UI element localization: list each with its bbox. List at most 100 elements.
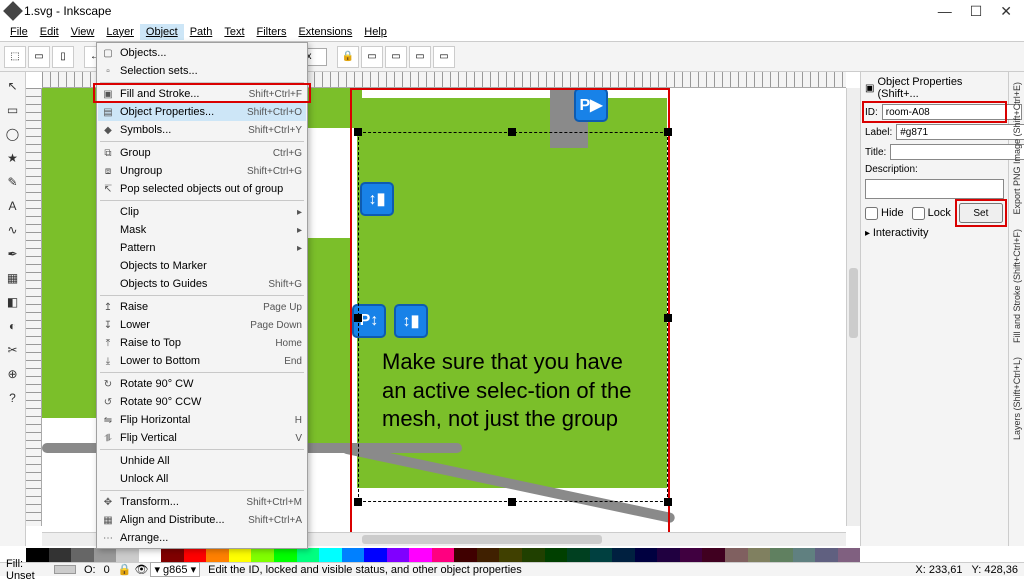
- menu-text[interactable]: Text: [218, 24, 250, 40]
- menu-item[interactable]: ⤓Lower to BottomEnd: [98, 352, 306, 370]
- palette-swatch[interactable]: [49, 548, 72, 562]
- close-button[interactable]: ✕: [1000, 3, 1012, 20]
- palette-swatch[interactable]: [815, 548, 838, 562]
- tool-star[interactable]: ★: [3, 148, 23, 168]
- palette-swatch[interactable]: [409, 548, 432, 562]
- palette-swatch[interactable]: [838, 548, 861, 562]
- palette-swatch[interactable]: [206, 548, 229, 562]
- label-input[interactable]: [896, 124, 1024, 140]
- tool-connector[interactable]: ?: [3, 388, 23, 408]
- palette-swatch[interactable]: [71, 548, 94, 562]
- menu-filters[interactable]: Filters: [251, 24, 293, 40]
- palette-swatch[interactable]: [545, 548, 568, 562]
- lock-ratio-button[interactable]: 🔒: [337, 46, 359, 68]
- layer-selector[interactable]: ▾ g865 ▾: [150, 562, 200, 577]
- menu-edit[interactable]: Edit: [34, 24, 65, 40]
- tool-dropper[interactable]: ◐: [3, 316, 23, 336]
- menu-item[interactable]: ↻Rotate 90° CW: [98, 375, 306, 393]
- menu-item[interactable]: Mask▸: [98, 221, 306, 239]
- menu-item[interactable]: ▤Object Properties...Shift+Ctrl+O: [98, 103, 306, 121]
- menu-item[interactable]: ↸Pop selected objects out of group: [98, 180, 306, 198]
- tool-zoom[interactable]: ⊕: [3, 364, 23, 384]
- menu-view[interactable]: View: [65, 24, 101, 40]
- toolbar-btn-generic[interactable]: ▭: [361, 46, 383, 68]
- tool-select[interactable]: ↖: [3, 76, 23, 96]
- tool-text[interactable]: A: [3, 196, 23, 216]
- menu-item[interactable]: Objects to Marker: [98, 257, 306, 275]
- maximize-button[interactable]: ☐: [970, 3, 983, 20]
- menu-layer[interactable]: Layer: [100, 24, 140, 40]
- palette-swatch[interactable]: [116, 548, 139, 562]
- toolbar-btn-generic[interactable]: ▭: [385, 46, 407, 68]
- palette-swatch[interactable]: [251, 548, 274, 562]
- palette-swatch[interactable]: [161, 548, 184, 562]
- palette-swatch[interactable]: [319, 548, 342, 562]
- palette-swatch[interactable]: [702, 548, 725, 562]
- menu-item[interactable]: ↺Rotate 90° CCW: [98, 393, 306, 411]
- menu-item[interactable]: ⋯Arrange...: [98, 529, 306, 547]
- hide-checkbox[interactable]: Hide: [865, 207, 904, 220]
- menu-object[interactable]: Object: [140, 24, 184, 40]
- palette-swatch[interactable]: [432, 548, 455, 562]
- toolbar-btn-generic[interactable]: ▯: [52, 46, 74, 68]
- tab-layers[interactable]: Layers (Shift+Ctrl+L): [1011, 353, 1023, 444]
- tool-calligraphy[interactable]: ✒: [3, 244, 23, 264]
- palette-swatch[interactable]: [522, 548, 545, 562]
- tool-pencil[interactable]: ✎: [3, 172, 23, 192]
- menu-item[interactable]: Unhide All: [98, 452, 306, 470]
- menu-extensions[interactable]: Extensions: [292, 24, 358, 40]
- menu-item[interactable]: ⧉GroupCtrl+G: [98, 144, 306, 162]
- tool-rectangle[interactable]: ▭: [3, 100, 23, 120]
- menu-item[interactable]: ◆Symbols...Shift+Ctrl+Y: [98, 121, 306, 139]
- toolbar-btn-generic[interactable]: ▭: [409, 46, 431, 68]
- tool-node[interactable]: ◧: [3, 292, 23, 312]
- palette-swatch[interactable]: [364, 548, 387, 562]
- tab-export-png[interactable]: Export PNG Image (Shift+Ctrl+E): [1011, 78, 1023, 219]
- palette-swatch[interactable]: [612, 548, 635, 562]
- color-palette[interactable]: [26, 548, 860, 562]
- palette-swatch[interactable]: [657, 548, 680, 562]
- palette-swatch[interactable]: [454, 548, 477, 562]
- menu-file[interactable]: File: [4, 24, 34, 40]
- tab-fill-stroke[interactable]: Fill and Stroke (Shift+Ctrl+F): [1011, 225, 1023, 347]
- menu-item[interactable]: ⥮Flip VerticalV: [98, 429, 306, 447]
- opacity-value[interactable]: 0: [104, 564, 110, 576]
- palette-swatch[interactable]: [770, 548, 793, 562]
- menu-item[interactable]: ⤒Raise to TopHome: [98, 334, 306, 352]
- layer-lock-visibility-icons[interactable]: 🔒 👁: [118, 563, 149, 576]
- palette-swatch[interactable]: [184, 548, 207, 562]
- menu-item[interactable]: Clip▸: [98, 203, 306, 221]
- palette-swatch[interactable]: [499, 548, 522, 562]
- canvas-scrollbar-vertical[interactable]: [846, 88, 860, 526]
- lock-checkbox[interactable]: Lock: [912, 207, 951, 220]
- palette-swatch[interactable]: [94, 548, 117, 562]
- palette-swatch[interactable]: [793, 548, 816, 562]
- menu-item[interactable]: ▫Selection sets...: [98, 62, 306, 80]
- palette-swatch[interactable]: [274, 548, 297, 562]
- tool-bezier[interactable]: ∿: [3, 220, 23, 240]
- palette-swatch[interactable]: [590, 548, 613, 562]
- palette-swatch[interactable]: [567, 548, 590, 562]
- menu-item[interactable]: ▢Objects...: [98, 44, 306, 62]
- title-input[interactable]: [890, 144, 1024, 160]
- menu-item[interactable]: ✥Transform...Shift+Ctrl+M: [98, 493, 306, 511]
- palette-swatch[interactable]: [387, 548, 410, 562]
- palette-swatch[interactable]: [477, 548, 500, 562]
- palette-swatch[interactable]: [229, 548, 252, 562]
- tool-gradient[interactable]: ▦: [3, 268, 23, 288]
- menu-item[interactable]: Objects to GuidesShift+G: [98, 275, 306, 293]
- palette-swatch[interactable]: [297, 548, 320, 562]
- menu-item[interactable]: ▦Align and Distribute...Shift+Ctrl+A: [98, 511, 306, 529]
- toolbar-btn-generic[interactable]: ▭: [28, 46, 50, 68]
- tool-eraser[interactable]: ✂: [3, 340, 23, 360]
- palette-swatch[interactable]: [748, 548, 771, 562]
- toolbar-btn-generic[interactable]: ⬚: [4, 46, 26, 68]
- menu-item[interactable]: Pattern▸: [98, 239, 306, 257]
- palette-swatch[interactable]: [725, 548, 748, 562]
- fill-swatch[interactable]: [54, 565, 76, 574]
- interactivity-expander[interactable]: ▸ Interactivity: [865, 227, 1004, 239]
- menu-help[interactable]: Help: [358, 24, 393, 40]
- menu-item[interactable]: ⇋Flip HorizontalH: [98, 411, 306, 429]
- palette-swatch[interactable]: [680, 548, 703, 562]
- minimize-button[interactable]: —: [938, 3, 952, 20]
